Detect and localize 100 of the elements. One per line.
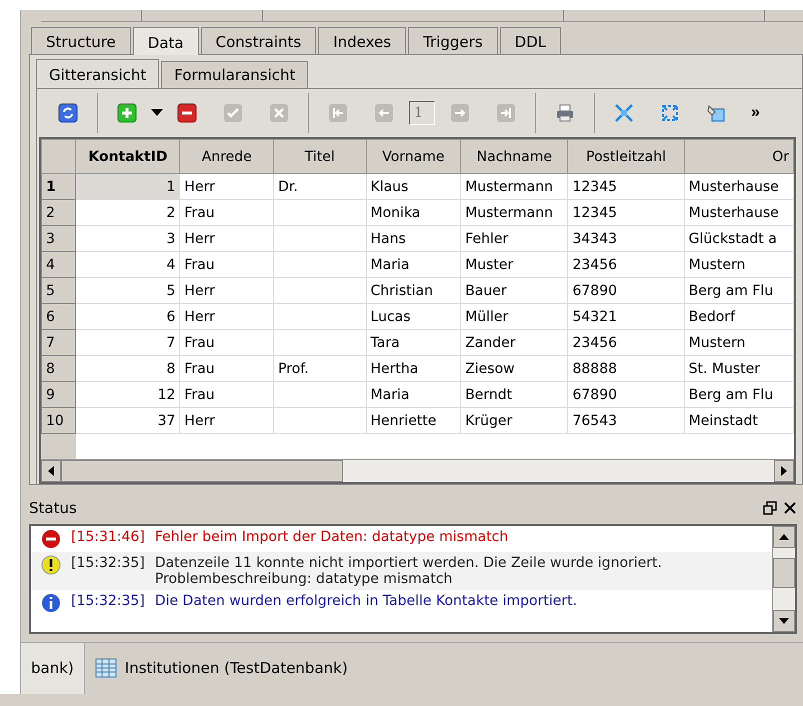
error-icon	[41, 528, 61, 549]
scroll-up-button[interactable]	[773, 526, 795, 548]
table-cell: 12	[76, 382, 180, 408]
table-cell: Mustern	[684, 252, 794, 278]
column-header[interactable]: Nachname	[460, 140, 568, 174]
scroll-left-button[interactable]	[41, 460, 61, 482]
expand-arrows-icon	[660, 103, 680, 124]
table-cell: Frau	[180, 382, 274, 408]
row-header[interactable]: 3	[42, 226, 76, 252]
table-cell: 3	[76, 226, 180, 252]
table-cell: 1	[76, 174, 180, 200]
column-header[interactable]: Or	[684, 140, 794, 174]
table-cell: Meinstadt	[684, 408, 794, 434]
table-cell: 23456	[568, 252, 684, 278]
tab[interactable]: Gitteransicht	[36, 59, 160, 88]
status-message: Fehler beim Import der Daten: datatype mismatch	[154, 528, 508, 545]
table-cell: Herr	[180, 278, 274, 304]
table-cell: Frau	[180, 252, 274, 278]
info-icon	[41, 592, 61, 613]
table-cell: Maria	[366, 252, 461, 278]
column-header[interactable]: Titel	[274, 140, 366, 174]
table-cell: 67890	[568, 382, 684, 408]
table-icon	[94, 657, 117, 680]
row-header-strip	[41, 434, 76, 459]
table-cell: Bauer	[460, 278, 568, 304]
scrollbar-thumb[interactable]	[61, 460, 343, 482]
table-cell: 6	[76, 304, 180, 330]
scrollbar-thumb[interactable]	[773, 558, 795, 588]
table-cell: 4	[76, 252, 180, 278]
table-cell: 5	[76, 278, 180, 304]
table-cell: Hans	[366, 226, 461, 252]
table-cell: 12345	[568, 200, 684, 226]
tab[interactable]: DDL	[500, 27, 562, 54]
tab[interactable]: Structure	[31, 27, 131, 54]
table-cell: Glückstadt a	[684, 226, 794, 252]
column-header[interactable]: Anrede	[180, 140, 274, 174]
overflow-button[interactable]: »	[747, 104, 764, 122]
up-arrow-icon	[779, 534, 789, 540]
cross-icon	[269, 103, 289, 124]
column-header[interactable]: Vorname	[366, 140, 461, 174]
previous-icon	[374, 103, 394, 124]
row-header[interactable]: 10	[42, 408, 76, 434]
shrink-arrows-icon	[614, 103, 634, 124]
table-cell: 76543	[568, 408, 684, 434]
status-message: Die Daten wurden erfolgreich in Tabelle Kontakte importiert.	[154, 592, 578, 609]
scroll-right-button[interactable]	[774, 460, 794, 482]
table-cell: Maria	[366, 382, 461, 408]
row-header[interactable]: 4	[42, 252, 76, 278]
tab[interactable]: Constraints	[200, 27, 316, 54]
table-cell: Müller	[460, 304, 568, 330]
tab[interactable]: Triggers	[408, 27, 498, 54]
warning-icon	[41, 554, 61, 575]
row-header[interactable]: 8	[42, 356, 76, 382]
row-header[interactable]: 2	[42, 200, 76, 226]
taskbar-item[interactable]: Institutionen (TestDatenbank)	[84, 642, 358, 694]
restore-icon[interactable]	[763, 501, 777, 516]
next-icon	[450, 103, 470, 124]
column-header[interactable]: KontaktID	[76, 140, 180, 174]
scroll-down-button[interactable]	[773, 610, 795, 632]
tab[interactable]: Indexes	[318, 27, 406, 54]
table-cell: 54321	[568, 304, 684, 330]
table-cell: 12345	[568, 174, 684, 200]
table-cell: Dr.	[274, 174, 366, 200]
table-cell: Mustern	[684, 330, 794, 356]
last-record-icon	[496, 103, 516, 124]
table-cell: Berg am Flu	[684, 278, 794, 304]
table-cell: 23456	[568, 330, 684, 356]
timestamp: [15:32:35]	[71, 592, 145, 609]
table-cell: Musterhause	[684, 200, 794, 226]
row-header[interactable]: 9	[42, 382, 76, 408]
column-header[interactable]: Postleitzahl	[568, 140, 684, 174]
checkmark-icon	[223, 103, 243, 124]
table-cell: Krüger	[460, 408, 568, 434]
table-cell: Zander	[460, 330, 568, 356]
table-cell: Bedorf	[684, 304, 794, 330]
row-header[interactable]: 1	[42, 174, 76, 200]
table-cell: Fehler	[460, 226, 568, 252]
tab[interactable]: Formularansicht	[161, 61, 308, 88]
table-cell: Klaus	[366, 174, 461, 200]
table-cell: Mustermann	[460, 200, 568, 226]
printer-icon	[555, 103, 575, 124]
refresh-icon	[58, 103, 78, 124]
row-header[interactable]: 7	[42, 330, 76, 356]
right-arrow-icon	[781, 466, 787, 476]
table-cell: Herr	[180, 408, 274, 434]
tab[interactable]: Data	[132, 27, 199, 56]
table-cell: Ziesow	[460, 356, 568, 382]
row-header[interactable]: 5	[42, 278, 76, 304]
row-header[interactable]: 6	[42, 304, 76, 330]
caret-icon	[151, 109, 163, 118]
taskbar-item[interactable]: bank)	[21, 642, 85, 694]
table-cell: 67890	[568, 278, 684, 304]
panel-title: Status	[29, 499, 77, 518]
table-cell: Muster	[460, 252, 568, 278]
close-icon[interactable]	[783, 501, 797, 516]
table-cell: Herr	[180, 304, 274, 330]
table-cell: Berndt	[460, 382, 568, 408]
table-cell: Christian	[366, 278, 461, 304]
down-arrow-icon	[779, 618, 789, 624]
left-arrow-icon	[48, 466, 54, 476]
